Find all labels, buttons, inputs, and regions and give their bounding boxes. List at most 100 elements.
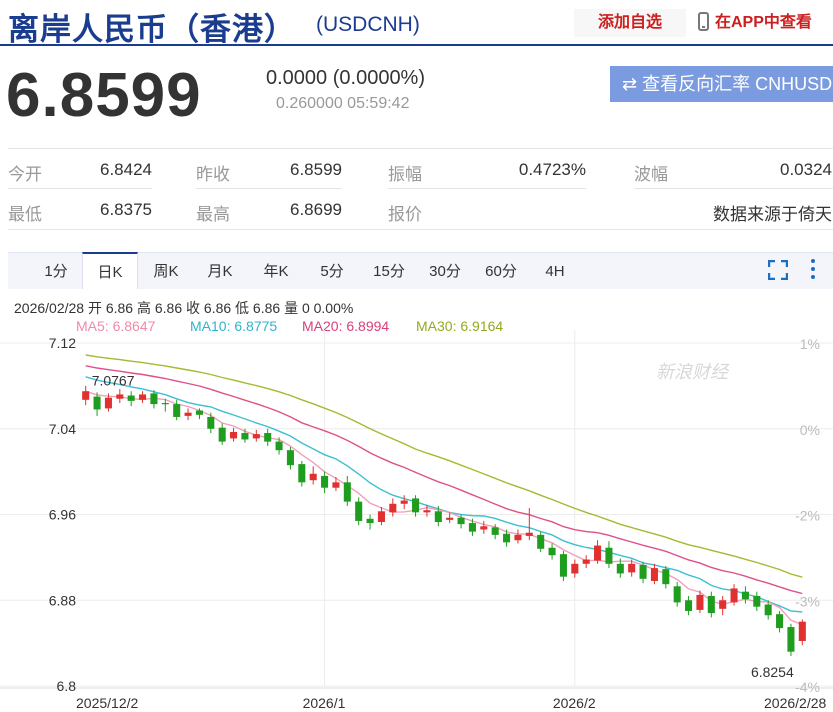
candle[interactable] — [650, 563, 658, 585]
fullscreen-icon[interactable] — [768, 260, 788, 280]
candle[interactable] — [127, 391, 135, 407]
candle[interactable] — [207, 412, 215, 434]
candle[interactable] — [730, 584, 738, 606]
candle-body — [525, 532, 533, 536]
tab-daily-k[interactable]: 日K — [82, 252, 138, 289]
candle[interactable] — [184, 408, 192, 421]
candle-body — [127, 395, 135, 401]
candle[interactable] — [548, 543, 556, 560]
candle-body — [753, 595, 761, 607]
tab-weekly-k[interactable]: 周K — [140, 253, 192, 290]
candle-body — [321, 475, 329, 488]
candle-body — [298, 464, 306, 483]
phone-icon — [698, 12, 709, 31]
stats-divider-2 — [196, 188, 342, 189]
candle[interactable] — [264, 428, 272, 446]
header-divider — [0, 44, 833, 46]
candle-body — [161, 403, 169, 405]
x-tick-label: 2026/2/28 — [764, 695, 826, 711]
candle[interactable] — [343, 475, 351, 506]
candle[interactable] — [662, 565, 670, 589]
candle[interactable] — [719, 595, 727, 616]
candle[interactable] — [366, 514, 374, 530]
candle[interactable] — [787, 623, 795, 656]
candle-body — [741, 591, 749, 600]
candle[interactable] — [218, 423, 226, 445]
ma20-line — [85, 365, 803, 595]
more-options-icon[interactable] — [808, 258, 818, 280]
tab-15min[interactable]: 15分 — [362, 253, 416, 290]
tab-1min[interactable]: 1分 — [32, 253, 80, 290]
candle-body — [241, 433, 249, 440]
ma30-line — [85, 354, 803, 578]
candle[interactable] — [139, 391, 147, 404]
candle[interactable] — [275, 437, 283, 455]
candle[interactable] — [377, 506, 385, 526]
candle[interactable] — [252, 429, 260, 442]
view-in-app-label: 在APP中查看 — [715, 14, 812, 31]
candle[interactable] — [673, 582, 681, 607]
candle-body — [582, 559, 590, 564]
candle[interactable] — [605, 541, 613, 569]
candle-body — [685, 600, 693, 611]
tab-monthly-k[interactable]: 月K — [194, 253, 246, 290]
candle-body — [571, 563, 579, 574]
candle-body — [446, 517, 454, 520]
candle[interactable] — [707, 591, 715, 618]
candle-body — [423, 510, 431, 513]
candle[interactable] — [741, 586, 749, 604]
candlestick-chart[interactable]: 新浪财经 7.12 1%7.04 0%6.96 -2%6.88 -3%6.8 -4%202… — [0, 330, 833, 712]
candle[interactable] — [571, 559, 579, 578]
prev-close-value: 6.8599 — [290, 160, 342, 179]
candle-body — [195, 410, 203, 415]
tab-30min[interactable]: 30分 — [418, 253, 472, 290]
candle[interactable] — [286, 446, 294, 470]
candle-body — [218, 427, 226, 442]
candle[interactable] — [776, 610, 784, 633]
candle[interactable] — [321, 471, 329, 494]
price-change: 0.0000 (0.0000%) — [266, 67, 426, 89]
candle-body — [412, 498, 420, 513]
reverse-rate-button[interactable]: ⇄ 查看反向汇率 CNHUSD — [610, 66, 833, 102]
candle-body — [457, 517, 465, 525]
add-watchlist-button[interactable]: 添加自选 — [574, 9, 686, 37]
candle-body — [252, 434, 260, 439]
high-value: 6.8699 — [290, 200, 342, 219]
candle[interactable] — [355, 497, 363, 526]
candle[interactable] — [594, 540, 602, 564]
candle[interactable] — [298, 460, 306, 487]
candle[interactable] — [559, 550, 567, 581]
view-in-app-link[interactable]: 在APP中查看 — [698, 9, 812, 37]
candle[interactable] — [514, 529, 522, 544]
candle[interactable] — [389, 498, 397, 517]
candle[interactable] — [798, 619, 806, 646]
candle[interactable] — [309, 466, 317, 485]
tab-60min[interactable]: 60分 — [474, 253, 528, 290]
candle[interactable] — [230, 427, 238, 442]
tab-5min[interactable]: 5分 — [306, 253, 358, 290]
candle[interactable] — [582, 555, 590, 569]
candle[interactable] — [82, 385, 90, 406]
ma10-line — [85, 376, 803, 613]
y-tick-label: 7.04 — [49, 421, 76, 437]
chart-period-tabs: 1分 日K 周K 月K 年K 5分 15分 30分 60分 4H — [8, 252, 833, 289]
candle[interactable] — [685, 595, 693, 616]
candle[interactable] — [753, 591, 761, 611]
candle[interactable] — [480, 520, 488, 534]
candle[interactable] — [525, 508, 533, 541]
tab-4h[interactable]: 4H — [530, 253, 580, 290]
candle-body — [184, 412, 192, 416]
candle[interactable] — [412, 495, 420, 517]
candle-body — [491, 527, 499, 535]
candle-body — [139, 394, 147, 400]
y-right-tick-label: 1% — [800, 336, 820, 352]
x-tick-label: 2026/2 — [553, 695, 596, 711]
candle-body — [480, 526, 488, 530]
candle[interactable] — [537, 531, 545, 553]
data-source: 数据来源于倚天 — [713, 205, 832, 224]
x-tick-label: 2025/12/2 — [76, 695, 138, 711]
candle[interactable] — [116, 389, 124, 404]
tab-yearly-k[interactable]: 年K — [250, 253, 302, 290]
candle-body — [662, 569, 670, 585]
candle-body — [275, 441, 283, 451]
